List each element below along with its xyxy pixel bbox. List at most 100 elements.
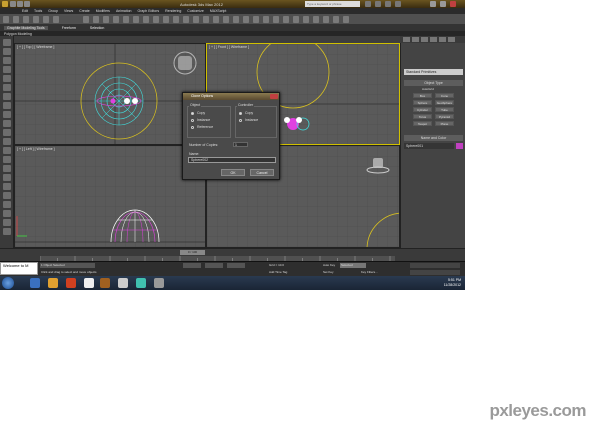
- manipulate-icon[interactable]: [173, 16, 179, 23]
- motion-tab-icon[interactable]: [430, 37, 437, 42]
- controller-instance-radio[interactable]: [239, 119, 242, 122]
- cancel-button[interactable]: Cancel: [250, 169, 274, 176]
- select-by-name-icon[interactable]: [93, 16, 99, 23]
- z-coordinate-field[interactable]: [227, 263, 245, 268]
- menu-item-rendering[interactable]: Rendering: [165, 9, 181, 13]
- paint-icon[interactable]: [118, 278, 128, 288]
- primitive-box-button[interactable]: Box: [413, 93, 432, 98]
- schematic-icon[interactable]: [293, 16, 299, 23]
- max-logo-icon[interactable]: [2, 1, 8, 7]
- filter-dropdown-icon[interactable]: [53, 16, 59, 23]
- primitive-cylinder-button[interactable]: Cylinder: [413, 107, 432, 112]
- primitive-sphere-button[interactable]: Sphere: [413, 100, 432, 105]
- new-file-icon[interactable]: [10, 1, 16, 7]
- primitive-cone-button[interactable]: Cone: [435, 93, 454, 98]
- menu-item-group[interactable]: Group: [48, 9, 58, 13]
- left-tool-icon[interactable]: [3, 201, 11, 208]
- primitive-tube-button[interactable]: Tube: [435, 107, 454, 112]
- name-color-rollout[interactable]: Name and Color: [404, 135, 463, 141]
- left-tool-icon[interactable]: [3, 84, 11, 91]
- viewport-top[interactable]: [ + ] [ Top ] [ Wireframe ]: [14, 43, 206, 145]
- menu-item-edit[interactable]: Edit: [22, 9, 28, 13]
- bind-icon[interactable]: [43, 16, 49, 23]
- object-reference-radio[interactable]: [191, 126, 194, 129]
- left-tool-icon[interactable]: [3, 39, 11, 46]
- menu-item-customize[interactable]: Customize: [187, 9, 204, 13]
- open-file-icon[interactable]: [17, 1, 23, 7]
- left-tool-icon[interactable]: [3, 66, 11, 73]
- scale-icon[interactable]: [143, 16, 149, 23]
- 3dsmax-task-icon[interactable]: [136, 278, 146, 288]
- snap-icon[interactable]: [193, 16, 199, 23]
- primitive-teapot-button[interactable]: Teapot: [413, 121, 432, 126]
- left-tool-icon[interactable]: [3, 165, 11, 172]
- reference-coord-icon[interactable]: [153, 16, 159, 23]
- menu-item-animation[interactable]: Animation: [116, 9, 132, 13]
- time-slider[interactable]: 0 / 100: [180, 250, 205, 255]
- explorer-icon[interactable]: [48, 278, 58, 288]
- primitive-geosphere-button[interactable]: GeoSphere: [435, 100, 454, 105]
- link-icon[interactable]: [23, 16, 29, 23]
- left-tool-icon[interactable]: [3, 57, 11, 64]
- tab-freeform[interactable]: Freeform: [62, 26, 76, 30]
- rotate-icon[interactable]: [133, 16, 139, 23]
- primitive-plane-button[interactable]: Plane: [435, 121, 454, 126]
- material-editor-icon[interactable]: [303, 16, 309, 23]
- object-instance-radio[interactable]: [191, 119, 194, 122]
- left-tool-icon[interactable]: [3, 192, 11, 199]
- dialog-close-icon[interactable]: [270, 94, 278, 99]
- display-tab-icon[interactable]: [439, 37, 446, 42]
- number-of-copies-spinner[interactable]: 1: [233, 142, 248, 147]
- left-tool-icon[interactable]: [3, 129, 11, 136]
- spinner-snap-icon[interactable]: [223, 16, 229, 23]
- viewcube-top[interactable]: [178, 56, 192, 70]
- viewport-left-label[interactable]: [ + ] [ Left ] [ Wireframe ]: [17, 147, 55, 151]
- notepad-icon[interactable]: [84, 278, 94, 288]
- layer-icon[interactable]: [263, 16, 269, 23]
- y-coordinate-field[interactable]: [205, 263, 223, 268]
- menu-item-tools[interactable]: Tools: [34, 9, 42, 13]
- mirror-icon[interactable]: [243, 16, 249, 23]
- hierarchy-tab-icon[interactable]: [421, 37, 428, 42]
- menu-item-modifiers[interactable]: Modifiers: [96, 9, 110, 13]
- graphite-icon[interactable]: [273, 16, 279, 23]
- set-key-button[interactable]: Set Key: [322, 270, 339, 275]
- select-icon[interactable]: [83, 16, 89, 23]
- render-icon[interactable]: [333, 16, 339, 23]
- utilities-tab-icon[interactable]: [448, 37, 455, 42]
- search-input[interactable]: Type a keyword or phrase: [305, 1, 360, 7]
- menu-item-views[interactable]: Views: [64, 9, 73, 13]
- start-button-icon[interactable]: [2, 277, 14, 289]
- x-coordinate-field[interactable]: [183, 263, 201, 268]
- left-tool-icon[interactable]: [3, 48, 11, 55]
- ie-icon[interactable]: [30, 278, 40, 288]
- keyboard-shortcut-icon[interactable]: [183, 16, 189, 23]
- media-player-icon[interactable]: [66, 278, 76, 288]
- star-icon[interactable]: [385, 1, 391, 7]
- app-task-icon[interactable]: [154, 278, 164, 288]
- teapot-render-icon[interactable]: [343, 16, 349, 23]
- object-name-field[interactable]: Sphere001: [404, 143, 454, 149]
- add-time-tag[interactable]: Add Time Tag: [268, 270, 294, 275]
- maxscript-listener[interactable]: Welcome to M: [0, 262, 38, 275]
- folder-icon[interactable]: [100, 278, 110, 288]
- left-tool-icon[interactable]: [3, 156, 11, 163]
- minimize-icon[interactable]: [430, 1, 436, 7]
- search-icon[interactable]: [365, 1, 371, 7]
- playback-controls[interactable]: [410, 263, 460, 268]
- primitive-torus-button[interactable]: Torus: [413, 114, 432, 119]
- left-tool-icon[interactable]: [3, 93, 11, 100]
- key-filters-button[interactable]: Key Filters...: [360, 270, 386, 275]
- autogrid-label[interactable]: AutoGrid: [422, 87, 434, 91]
- maximize-icon[interactable]: [440, 1, 446, 7]
- system-clock[interactable]: 5:51 PM 11/28/2012: [444, 278, 461, 288]
- viewport-front-label[interactable]: [ + ] [ Front ] [ Wireframe ]: [209, 45, 249, 49]
- object-color-swatch[interactable]: [456, 143, 463, 149]
- left-tool-icon[interactable]: [3, 210, 11, 217]
- object-type-rollout[interactable]: Object Type: [404, 80, 463, 86]
- menu-item-graph-editors[interactable]: Graph Editors: [138, 9, 160, 13]
- percent-snap-icon[interactable]: [213, 16, 219, 23]
- left-tool-icon[interactable]: [3, 102, 11, 109]
- menu-item-create[interactable]: Create: [79, 9, 90, 13]
- render-frame-icon[interactable]: [323, 16, 329, 23]
